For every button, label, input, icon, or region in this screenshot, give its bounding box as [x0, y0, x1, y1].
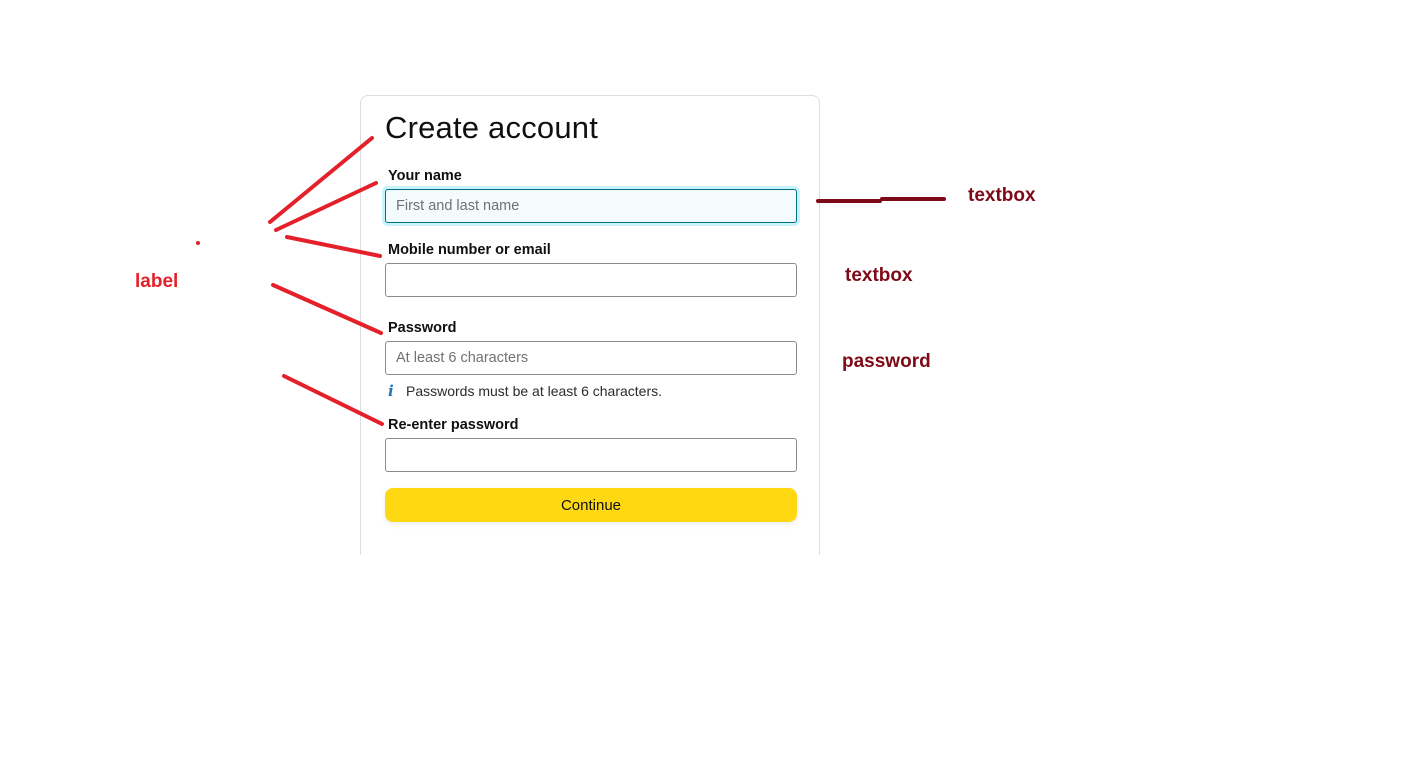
annotation-password: password: [842, 351, 931, 372]
annotation-line-reenter: [282, 374, 384, 426]
annotation-dot: [196, 241, 200, 245]
annotation-label: label: [135, 271, 179, 292]
annotation-line-contact: [285, 235, 382, 258]
annotation-textbox-1: textbox: [968, 185, 1036, 206]
annotation-textbox-2: textbox: [845, 265, 913, 286]
annotation-line-password: [271, 283, 383, 335]
annotation-lines: [196, 136, 946, 426]
